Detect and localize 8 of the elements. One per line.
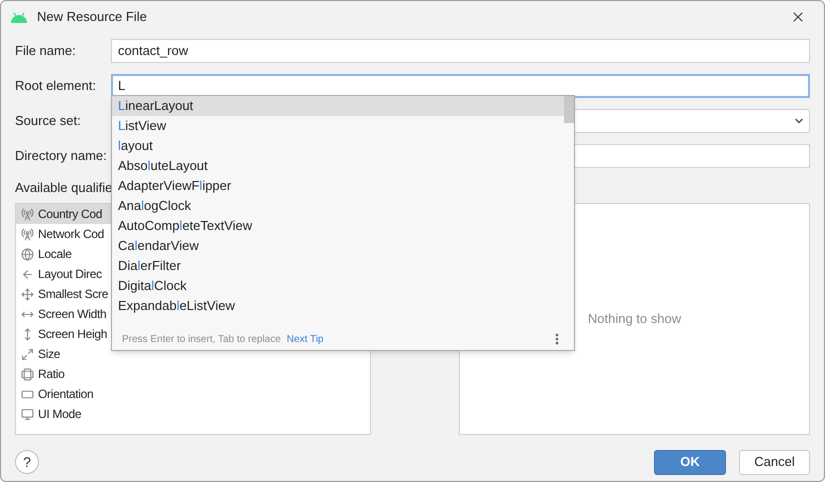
field-label: Source set: <box>15 112 82 130</box>
field-label: Directory name: <box>15 146 108 165</box>
field-label: File name: <box>15 42 77 60</box>
window-title: New Resource File <box>37 8 147 26</box>
qualifiers-label: Available qualifie <box>15 179 112 198</box>
hint-text: Press Enter to insert, Tab to replace <box>122 332 281 346</box>
empty-message: Nothing to show <box>588 310 682 328</box>
field-label: Root element: <box>15 76 97 95</box>
